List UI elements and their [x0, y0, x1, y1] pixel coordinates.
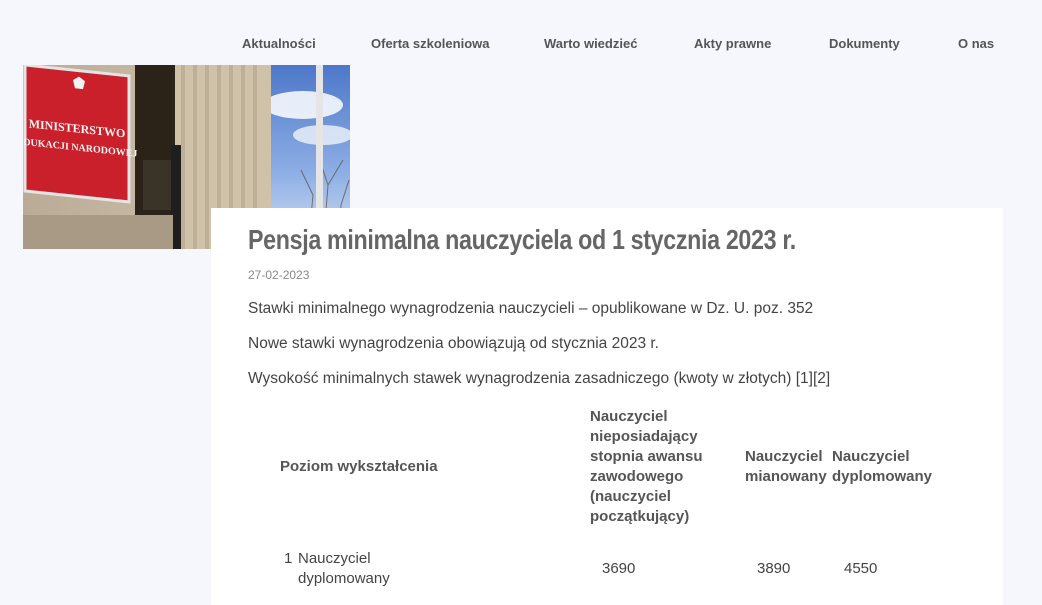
article-paragraph-1: Stawki minimalnego wynagrodzenia nauczyc…: [248, 300, 814, 317]
article-card: Pensja minimalna nauczyciela od 1 styczn…: [211, 208, 1003, 605]
table-header-level: Poziom wykształcenia: [280, 458, 438, 475]
nav-item-aktualnosci[interactable]: Aktualności: [242, 36, 316, 51]
table-cell-number: 1: [284, 550, 293, 567]
table-header-beginner: Nauczyciel nieposiadający stopnia awansu…: [590, 408, 703, 525]
table-cell-level: Nauczyciel dyplomowany: [298, 550, 390, 587]
top-navigation: Aktualności Oferta szkoleniowa Warto wie…: [0, 36, 1042, 54]
nav-item-akty-prawne[interactable]: Akty prawne: [694, 36, 771, 51]
article-date: 27-02-2023: [248, 268, 310, 282]
table-cell-appointed: 3890: [757, 560, 791, 577]
nav-item-warto-wiedziec[interactable]: Warto wiedzieć: [544, 36, 637, 51]
table-cell-beginner: 3690: [602, 560, 636, 577]
article-paragraph-3: Wysokość minimalnych stawek wynagrodzeni…: [248, 370, 831, 387]
article-paragraph-2: Nowe stawki wynagrodzenia obowiązują od …: [248, 335, 659, 352]
nav-item-oferta-szkoleniowa[interactable]: Oferta szkoleniowa: [371, 36, 489, 51]
nav-item-o-nas[interactable]: O nas: [958, 36, 994, 51]
article-title: Pensja minimalna nauczyciela od 1 styczn…: [248, 224, 796, 255]
table-header-appointed: Nauczyciel mianowany: [745, 448, 827, 485]
table-header-certified: Nauczyciel dyplomowany: [832, 448, 933, 485]
nav-item-dokumenty[interactable]: Dokumenty: [829, 36, 900, 51]
table-cell-certified: 4550: [844, 560, 878, 577]
